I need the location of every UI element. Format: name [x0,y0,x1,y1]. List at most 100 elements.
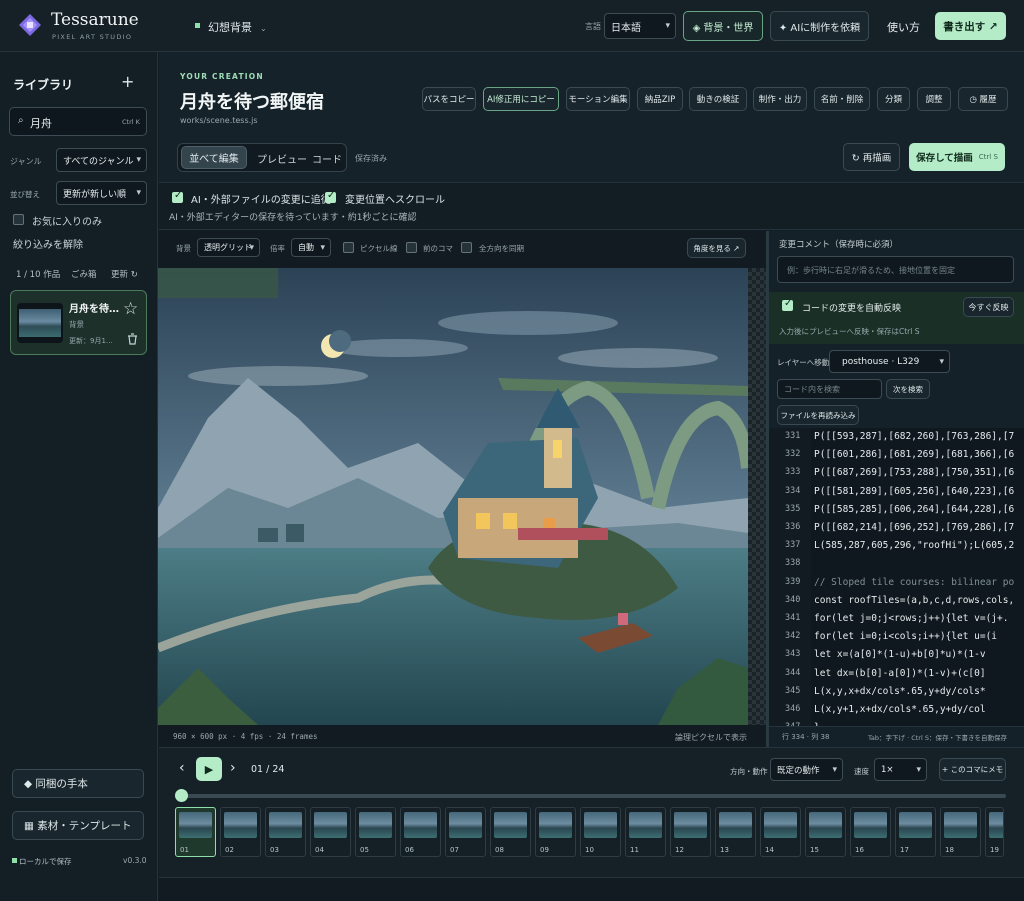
favorites-checkbox[interactable] [13,214,24,225]
language-select[interactable]: 日本語 [604,13,676,39]
code-line[interactable]: L(x,y+1,x+dx/cols*.65,y+dy/col [814,704,1024,715]
code-search-input[interactable]: コード内を検索 [777,379,882,399]
redraw-button[interactable]: ↻ 再描画 [843,143,900,171]
find-next-button[interactable]: 次を検索 [886,379,930,399]
motion-select[interactable]: 既定の動作 [770,758,843,781]
code-line[interactable]: P([[687,269],[753,288],[750,351],[6 [814,467,1024,478]
tab-preview[interactable]: プレビュー [257,151,307,166]
version-label: v0.3.0 [123,856,147,865]
pixel-grid-checkbox[interactable] [343,242,354,253]
code-line[interactable]: L(585,287,605,296,"roofHi");L(605,2 [814,540,1024,551]
frame-thumbnail[interactable]: 07 [445,807,486,857]
scroll-change-checkbox[interactable] [325,190,336,203]
ai-request-button[interactable]: ✦ AIに制作を依頼 [770,11,869,41]
prev-frame-checkbox[interactable] [406,242,417,253]
apply-now-button[interactable]: 今すぐ反映 [963,297,1014,317]
frame-thumbnail[interactable]: 15 [805,807,846,857]
action-button-10[interactable]: ◷ 履歴 [958,87,1008,111]
code-line[interactable]: const roofTiles=(a,b,c,d,rows,cols, [814,595,1024,606]
export-button[interactable]: 書き出す ↗ [935,12,1006,40]
tab-code[interactable]: コード [312,151,342,166]
code-line[interactable]: L(x,y,x+dx/cols*.65,y+dy/cols* [814,686,1024,697]
code-line[interactable]: P([[682,214],[696,252],[769,286],[7 [814,522,1024,533]
save-redraw-button[interactable]: 保存して描画 Ctrl S [909,143,1005,171]
star-icon[interactable]: ☆ [123,299,138,319]
frame-thumbnail[interactable]: 16 [850,807,891,857]
prev-frame-icon[interactable]: ‹ [179,760,185,776]
library-item-title: 月舟を待… [69,304,119,315]
frame-thumbnail[interactable]: 05 [355,807,396,857]
next-frame-icon[interactable]: › [230,760,236,776]
action-button-1[interactable]: パスをコピー [422,87,476,111]
bg-select[interactable]: 透明グリッド [197,238,260,257]
frame-note-button[interactable]: + このコマにメモ [939,758,1006,781]
reload-file-button[interactable]: ファイルを再読み込み [777,405,859,425]
track-changes-checkbox[interactable] [172,190,183,203]
frame-thumbnail[interactable]: 09 [535,807,576,857]
action-button-4[interactable]: 納品ZIP [637,87,683,111]
frame-number: 13 [720,846,729,854]
clear-filter-link[interactable]: 絞り込みを解除 [13,236,83,251]
trash-link[interactable]: ごみ箱 [71,268,97,280]
code-line[interactable]: let x=(a[0]*(1-u)+b[0]*u)*(1-v [814,649,1024,660]
world-button[interactable]: ◈ 背景・世界 [683,11,763,41]
genre-select[interactable]: すべてのジャンル [56,148,147,172]
scrubber-track[interactable] [181,794,1006,798]
add-icon[interactable]: + [121,72,134,91]
action-button-3[interactable]: モーション編集 [566,87,630,111]
frame-thumbnail[interactable]: 04 [310,807,351,857]
frame-thumbnail[interactable]: 12 [670,807,711,857]
action-button-2[interactable]: AI修正用にコピー [483,87,559,111]
speed-select[interactable]: 1× [874,758,927,781]
sync-dirs-checkbox[interactable] [461,242,472,253]
trash-icon[interactable] [127,333,138,345]
action-button-8[interactable]: 分類 [877,87,910,111]
code-line[interactable]: // Sloped tile courses: bilinear po [814,577,1024,588]
sort-select[interactable]: 更新が新しい順 [56,181,147,205]
frame-thumbnail[interactable]: 14 [760,807,801,857]
frame-thumbnail[interactable]: 06 [400,807,441,857]
frame-thumbnail[interactable]: 19 [985,807,1004,857]
scale-select[interactable]: 自動 [291,238,331,257]
code-line[interactable]: P([[601,286],[681,269],[681,366],[6 [814,449,1024,460]
layer-select[interactable]: posthouse · L329 [829,350,950,373]
frame-thumbnail[interactable]: 11 [625,807,666,857]
frame-thumbnail[interactable]: 08 [490,807,531,857]
library-item[interactable]: 月舟を待… 背景 更新：9月1… ☆ [10,290,147,355]
code-line[interactable]: let dx=(b[0]-a[0])*(1-v)+(c[0] [814,668,1024,679]
guide-button[interactable]: ◆ 同梱の手本 [12,769,144,798]
frame-image [629,812,662,838]
frame-thumbnail[interactable]: 03 [265,807,306,857]
line-number: 332 [785,449,801,460]
action-button-9[interactable]: 調整 [917,87,951,111]
auto-apply-checkbox[interactable] [782,298,793,311]
code-line[interactable]: P([[593,287],[682,260],[763,286],[7 [814,431,1024,442]
play-button[interactable]: ▶ [196,757,222,781]
speed-label: 速度 [854,767,869,776]
frame-thumbnail[interactable]: 10 [580,807,621,857]
comment-input[interactable]: 例：歩行時に右足が滑るため、接地位置を固定 [777,256,1014,283]
view-angle-button[interactable]: 角度を見る ↗ [687,238,746,258]
library-search-input[interactable]: ⌕ 月舟 Ctrl K [9,107,147,136]
help-link[interactable]: 使い方 [887,19,920,35]
action-button-5[interactable]: 動きの検証 [689,87,747,111]
action-button-6[interactable]: 制作・出力 [753,87,807,111]
frame-thumbnail[interactable]: 13 [715,807,756,857]
line-number: 343 [785,649,801,660]
code-line[interactable]: for(let i=0;i<cols;i++){let u=(i [814,631,1024,642]
frame-thumbnail[interactable]: 18 [940,807,981,857]
code-line[interactable]: P([[581,289],[605,256],[640,223],[6 [814,486,1024,497]
code-line[interactable]: for(let j=0;j<rows;j++){let v=(j+. [814,613,1024,624]
code-line[interactable]: P([[585,285],[606,264],[644,228],[6 [814,504,1024,515]
frame-thumbnail[interactable]: 02 [220,807,261,857]
frame-thumbnail[interactable]: 17 [895,807,936,857]
assets-button[interactable]: ▦ 素材・テンプレート [12,811,144,840]
doc-tab[interactable]: 幻想背景 ⌄ [208,19,267,35]
action-button-7[interactable]: 名前・削除 [814,87,870,111]
frame-thumbnail[interactable]: 01 [175,807,216,857]
tab-side-by-side[interactable]: 並べて編集 [181,146,247,169]
frame-image [944,812,977,838]
refresh-link[interactable]: 更新 ↻ [111,268,138,280]
scrubber-thumb[interactable] [175,789,188,802]
frame-number: 12 [675,846,684,854]
